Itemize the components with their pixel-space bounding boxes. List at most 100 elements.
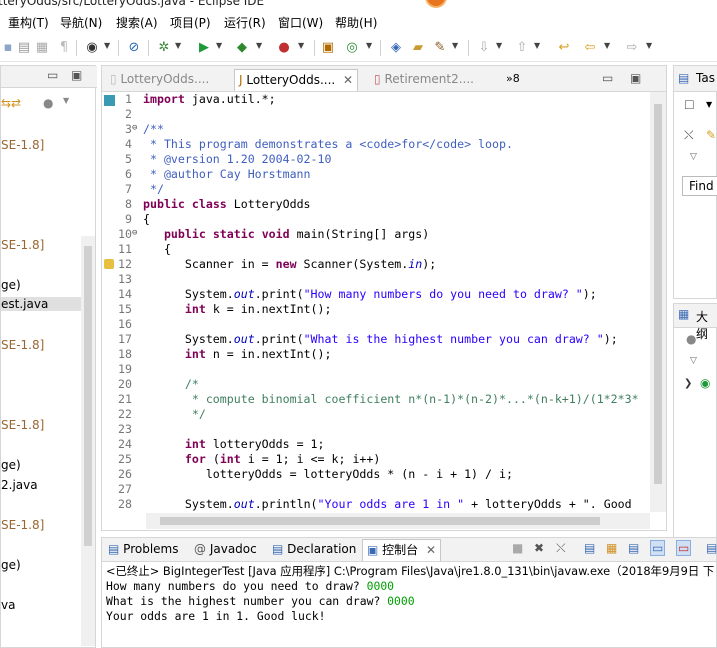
code-line[interactable]: 25 for (int i = 1; i <= k; i++)	[102, 452, 650, 467]
code-line[interactable]: 1 import java.util.*;	[102, 92, 650, 107]
more-tabs[interactable]: »8	[502, 69, 524, 91]
minimize-icon[interactable]: ▭	[602, 71, 613, 85]
open-type-icon[interactable]: ◈	[388, 40, 404, 56]
new-class-icon[interactable]: ◎	[344, 40, 360, 56]
chevron-down-icon[interactable]: ▼	[175, 41, 181, 50]
maximize-icon[interactable]: ▣	[71, 68, 82, 82]
tree-item[interactable]: va	[1, 598, 15, 612]
next-annotation-icon[interactable]: ⇩	[476, 40, 492, 56]
fold-icon[interactable]: ⊖	[132, 123, 137, 133]
tree-item-selected[interactable]: est.java	[1, 297, 81, 311]
collapse-icon[interactable]: ⇆	[1, 96, 11, 110]
code-line[interactable]: 3 /**	[102, 122, 650, 137]
code-line[interactable]: 13	[102, 272, 650, 287]
chevron-down-icon[interactable]: ▼	[104, 41, 110, 50]
chevron-down-icon[interactable]: ▼	[256, 41, 262, 50]
code-line[interactable]: 10 public static void main(String[] args…	[102, 227, 650, 242]
tree-item[interactable]: ge)	[1, 458, 21, 472]
code-line[interactable]: 24 int lotteryOdds = 1;	[102, 437, 650, 452]
terminate-icon[interactable]: ■	[512, 541, 523, 555]
chevron-down-icon[interactable]: ▼	[646, 41, 652, 50]
tree-item[interactable]: ge)	[1, 558, 21, 572]
show-on-output-icon[interactable]: ▭	[676, 540, 692, 556]
close-icon[interactable]: ✕	[343, 73, 353, 87]
code-line[interactable]: 21 * compute binomial coefficient n*(n-1…	[102, 392, 650, 407]
tree-item[interactable]: ge)	[1, 278, 21, 292]
print-icon[interactable]: ▦	[34, 40, 50, 56]
menu-project[interactable]: 项目(P)	[170, 14, 211, 31]
skip-breakpoints-icon[interactable]: ⊘	[126, 40, 142, 56]
code-line[interactable]: 5 * @version 1.20 2004-02-10	[102, 152, 650, 167]
paragraph-icon[interactable]: ¶	[56, 40, 72, 56]
view-menu-icon[interactable]: ●	[43, 96, 53, 110]
code-line[interactable]: 22 */	[102, 407, 650, 422]
chevron-down-icon[interactable]: ▽	[690, 152, 697, 162]
code-line[interactable]: 15 int k = in.nextInt();	[102, 302, 650, 317]
remove-launch-icon[interactable]: ✖	[534, 541, 544, 555]
code-line[interactable]: 9{	[102, 212, 650, 227]
tab-problems[interactable]: ▤ Problems	[104, 539, 182, 561]
display-console-icon[interactable]: ▤	[706, 541, 717, 555]
word-wrap-icon[interactable]: ▤	[628, 541, 639, 555]
new-task-icon[interactable]: ☐	[684, 98, 695, 112]
chevron-down-icon[interactable]: ▼	[496, 41, 502, 50]
fold-icon[interactable]: ⊖	[132, 228, 137, 238]
chevron-down-icon[interactable]: ▼	[298, 41, 304, 50]
open-folder-icon[interactable]: ▰	[410, 40, 426, 56]
chevron-down-icon[interactable]: ▼	[452, 41, 458, 50]
tree-item[interactable]: SE-1.8]	[1, 238, 44, 252]
search-tool-icon[interactable]: ✎	[432, 40, 448, 56]
save-all-icon[interactable]: ▪	[0, 40, 16, 56]
tree-item[interactable]: 2.java	[1, 478, 38, 492]
run-icon[interactable]: ▶	[196, 40, 212, 56]
warning-marker-icon[interactable]	[104, 259, 114, 269]
code-line[interactable]: 27	[102, 482, 650, 497]
code-line[interactable]: 8 public class LotteryOdds	[102, 197, 650, 212]
console-output[interactable]: <已终止> BigIntegerTest [Java 应用程序] C:\Prog…	[106, 564, 714, 624]
editor-horizontal-scrollbar[interactable]	[146, 513, 650, 529]
link-editor-icon[interactable]: ⇄	[11, 96, 21, 110]
tab-console[interactable]: ▣ 控制台 ✕	[362, 539, 442, 561]
external-tools-icon[interactable]: ●	[276, 40, 292, 56]
code-line[interactable]: 7 */	[102, 182, 650, 197]
editor-tab-active[interactable]: J LotteryOdds.... ✕	[234, 69, 359, 91]
coverage-icon[interactable]: ◆	[234, 40, 250, 56]
maximize-icon[interactable]: ▣	[630, 71, 641, 85]
chevron-down-icon[interactable]: ▼	[216, 41, 222, 50]
back-icon[interactable]: ⇦	[582, 40, 598, 56]
code-line[interactable]: 2	[102, 107, 650, 122]
chevron-down-icon[interactable]: ▼	[604, 41, 610, 50]
code-line[interactable]: 12 Scanner in = new Scanner(System.in);	[102, 257, 650, 272]
menu-navigate[interactable]: 导航(N)	[60, 14, 102, 31]
code-line[interactable]: 17 System.out.print("What is the highest…	[102, 332, 650, 347]
tab-task-list[interactable]: Tas	[696, 71, 715, 85]
pin-console-icon[interactable]: ▭	[650, 540, 666, 556]
code-line[interactable]: 28 System.out.println("Your odds are 1 i…	[102, 497, 650, 512]
find-input[interactable]: Find	[682, 176, 717, 196]
menu-search[interactable]: 搜索(A)	[116, 14, 158, 31]
code-line[interactable]: 18 int n = in.nextInt();	[102, 347, 650, 362]
scrollbar[interactable]	[81, 236, 95, 646]
editor-tab[interactable]: ▯ LotteryOdds....	[106, 69, 213, 91]
close-icon[interactable]: ✕	[426, 543, 436, 557]
code-line[interactable]: 14 System.out.print("How many numbers do…	[102, 287, 650, 302]
chevron-down-icon[interactable]: ▼	[706, 100, 712, 109]
chevron-down-icon[interactable]: ▼	[366, 41, 372, 50]
tree-item[interactable]: SE-1.8]	[1, 418, 44, 432]
tree-item[interactable]: SE-1.8]	[1, 338, 44, 352]
code-line[interactable]: 23	[102, 422, 650, 437]
code-line[interactable]: 11 {	[102, 242, 650, 257]
chevron-down-icon[interactable]: ▽	[690, 356, 697, 366]
code-line[interactable]: 20 /*	[102, 377, 650, 392]
menu-help[interactable]: 帮助(H)	[335, 14, 377, 31]
tab-outline[interactable]: 大纲	[696, 308, 717, 342]
code-line[interactable]: 4 * This program demonstrates a <code>fo…	[102, 137, 650, 152]
properties-icon[interactable]: ▤	[16, 40, 32, 56]
minimize-icon[interactable]: ▭	[47, 68, 58, 82]
menu-window[interactable]: 窗口(W)	[278, 14, 323, 31]
new-java-project-icon[interactable]: ▣	[320, 40, 336, 56]
prev-annotation-icon[interactable]: ⇧	[514, 40, 530, 56]
clear-console-icon[interactable]: ▤	[584, 541, 595, 555]
class-icon[interactable]: ◉	[700, 376, 710, 390]
tree-item[interactable]: SE-1.8]	[1, 138, 44, 152]
